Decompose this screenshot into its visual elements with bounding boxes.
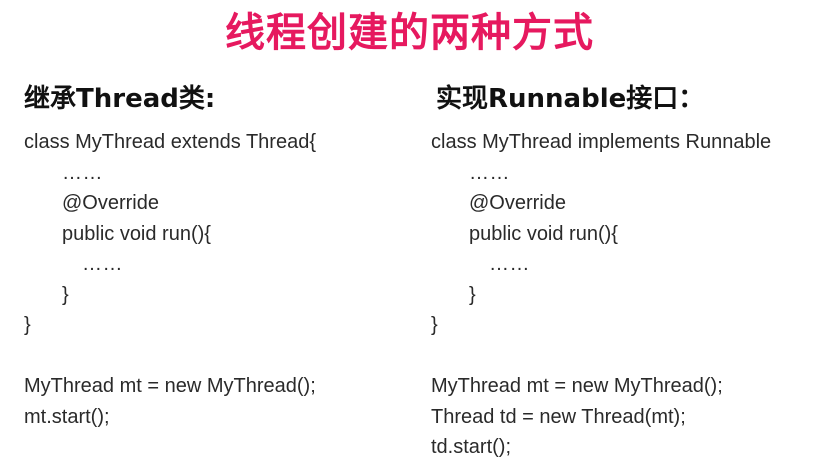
code-line: } bbox=[62, 283, 69, 306]
code-line: @Override bbox=[62, 192, 159, 214]
code-line: …… bbox=[82, 253, 123, 275]
implements-runnable-code-block: class MyThread implements Runnable …… @O… bbox=[431, 127, 771, 463]
extends-thread-code-block: class MyThread extends Thread{ …… @Overr… bbox=[24, 127, 316, 432]
code-line: Thread td = new Thread(mt); bbox=[431, 405, 686, 428]
code-line: MyThread mt = new MyThread(); bbox=[24, 375, 316, 397]
code-line: MyThread mt = new MyThread(); bbox=[431, 375, 723, 397]
code-line: mt.start(); bbox=[24, 405, 110, 428]
code-line: class MyThread implements Runnable bbox=[431, 131, 772, 153]
code-line: td.start(); bbox=[431, 436, 512, 458]
slide: 线程创建的两种方式 继承Thread类: 实现Runnable接口： class… bbox=[0, 0, 819, 463]
code-line-blank bbox=[431, 341, 771, 372]
code-line: …… bbox=[469, 161, 510, 184]
slide-title: 线程创建的两种方式 bbox=[225, 10, 594, 56]
code-line: …… bbox=[62, 161, 103, 184]
code-line: } bbox=[469, 283, 476, 306]
implements-runnable-heading: 实现Runnable接口： bbox=[436, 84, 705, 114]
code-line: } bbox=[24, 314, 31, 336]
extends-thread-heading: 继承Thread类: bbox=[24, 84, 216, 114]
code-line: @Override bbox=[469, 192, 566, 214]
code-line: public void run(){ bbox=[469, 222, 618, 245]
code-line-blank bbox=[24, 341, 316, 372]
code-line: …… bbox=[489, 253, 530, 275]
code-line: class MyThread extends Thread{ bbox=[24, 131, 317, 153]
code-line: public void run(){ bbox=[62, 222, 211, 245]
code-line: } bbox=[431, 314, 438, 336]
